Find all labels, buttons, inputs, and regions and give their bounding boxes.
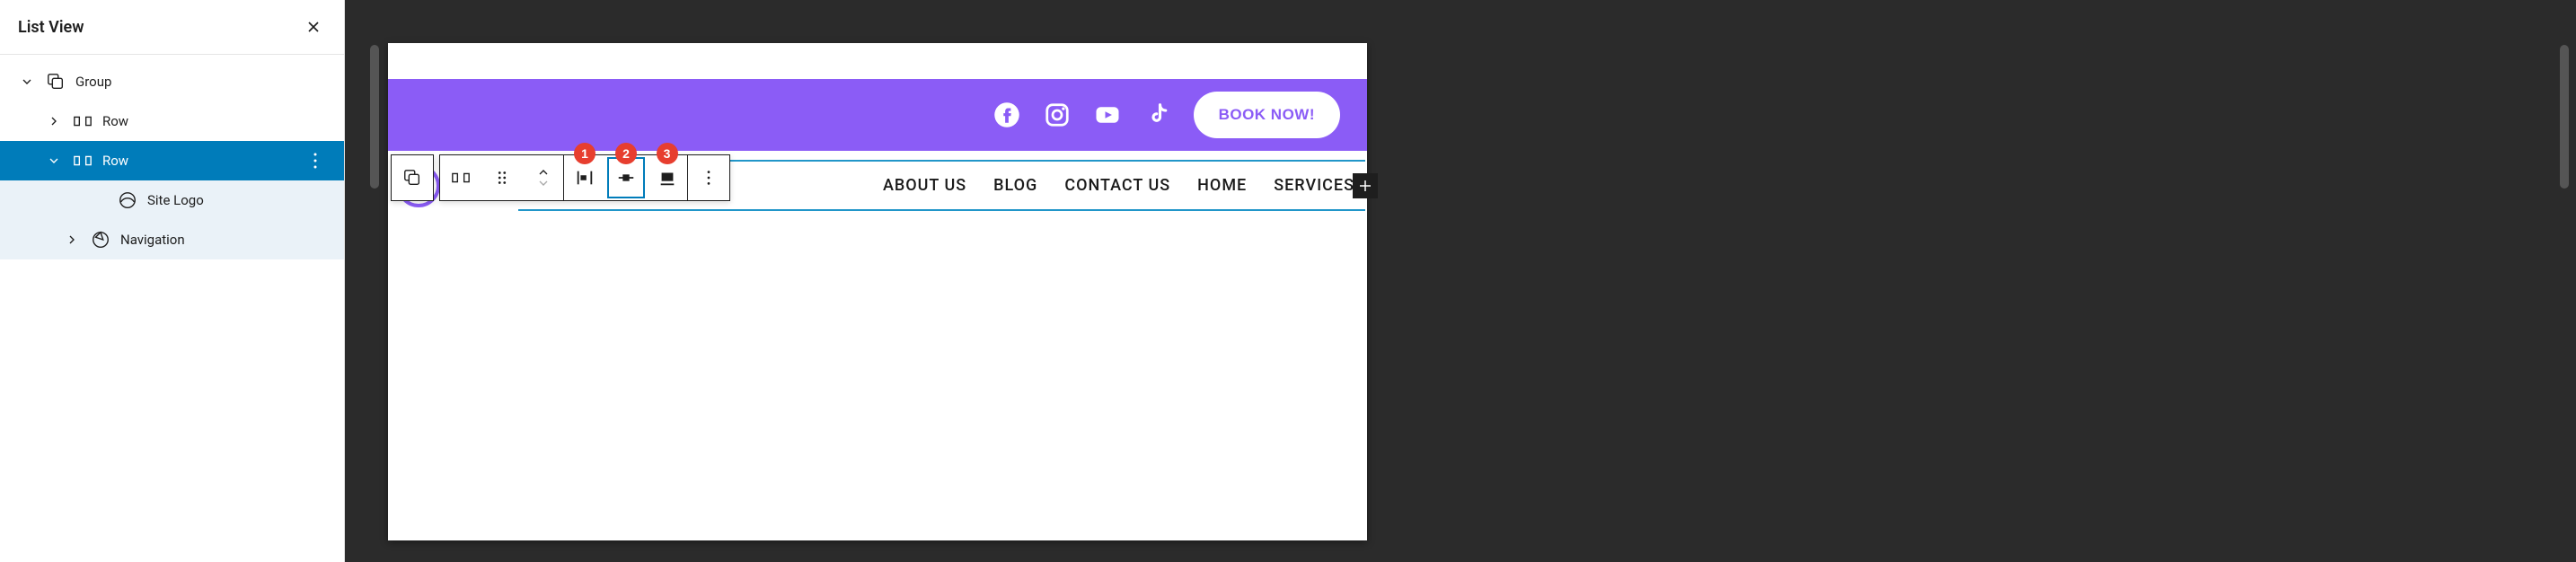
select-parent-button[interactable] <box>392 155 433 200</box>
nav-link[interactable]: CONTACT US <box>1064 176 1170 195</box>
drag-handle[interactable] <box>481 155 523 200</box>
move-buttons <box>523 155 564 200</box>
toolbar-main-group: 1 2 3 <box>439 154 730 201</box>
annotation-badge: 3 <box>657 143 678 164</box>
drag-icon <box>492 168 512 188</box>
close-button[interactable] <box>301 14 326 40</box>
list-view-header: List View <box>0 0 344 55</box>
more-options-button[interactable] <box>304 150 326 171</box>
list-view-title: List View <box>18 18 84 37</box>
toolbar-parent-group <box>391 154 434 201</box>
facebook-icon[interactable] <box>992 101 1021 129</box>
tree-item-row[interactable]: Row <box>0 101 344 141</box>
scroll-indicator-left <box>370 45 379 189</box>
instagram-icon[interactable] <box>1043 101 1072 129</box>
chevron-down-icon[interactable] <box>18 73 36 91</box>
tree-item-label: Site Logo <box>147 192 204 208</box>
kebab-icon <box>699 168 719 188</box>
tree-item-label: Group <box>75 74 111 90</box>
block-tree: Group Row Row <box>0 55 344 267</box>
full-width-button[interactable]: 3 <box>647 155 688 200</box>
justify-left-button[interactable]: 1 <box>564 155 605 200</box>
list-view-panel: List View Group Row <box>0 0 345 562</box>
chevron-down-icon[interactable] <box>45 152 63 170</box>
align-center-button[interactable]: 2 <box>605 155 647 200</box>
youtube-icon[interactable] <box>1093 101 1122 129</box>
tree-children: Site Logo Navigation <box>0 180 344 259</box>
tree-item-navigation[interactable]: Navigation <box>0 220 344 259</box>
tree-item-label: Row <box>102 153 128 169</box>
kebab-icon <box>304 150 326 171</box>
book-now-button[interactable]: BOOK NOW! <box>1194 92 1340 138</box>
group-block-icon <box>402 168 422 188</box>
tree-item-group[interactable]: Group <box>0 62 344 101</box>
full-width-icon <box>657 168 677 188</box>
tree-item-label: Row <box>102 113 128 129</box>
chevron-down-icon[interactable] <box>536 178 551 189</box>
chevron-right-icon[interactable] <box>45 112 63 130</box>
editor-canvas: 1 2 3 <box>345 0 2576 562</box>
align-center-icon <box>616 168 636 188</box>
block-toolbar: 1 2 3 <box>391 154 730 201</box>
tiktok-icon[interactable] <box>1143 101 1172 129</box>
row-block-icon <box>72 110 93 132</box>
block-type-button[interactable] <box>440 155 481 200</box>
close-icon <box>304 18 322 36</box>
add-block-button[interactable] <box>1353 173 1378 198</box>
site-logo-block-icon <box>117 189 138 211</box>
justify-left-icon <box>575 168 595 188</box>
tree-item-label: Navigation <box>120 232 185 248</box>
navigation-block-icon <box>90 229 111 250</box>
nav-link[interactable]: BLOG <box>993 176 1037 195</box>
row-block-icon <box>72 150 93 171</box>
nav-link[interactable]: SERVICES <box>1274 176 1354 195</box>
group-block-icon <box>45 71 66 92</box>
chevron-right-icon[interactable] <box>63 231 81 249</box>
nav-link[interactable]: ABOUT US <box>883 176 966 195</box>
scroll-indicator-right <box>2560 45 2569 189</box>
tree-item-site-logo[interactable]: Site Logo <box>0 180 344 220</box>
header-topbar: BOOK NOW! <box>388 79 1367 151</box>
more-options-button[interactable] <box>688 155 729 200</box>
tree-item-row-selected[interactable]: Row <box>0 141 344 180</box>
annotation-badge: 2 <box>615 143 637 164</box>
nav-link[interactable]: HOME <box>1197 176 1247 195</box>
annotation-badge: 1 <box>574 143 595 164</box>
chevron-up-icon[interactable] <box>536 167 551 178</box>
page-preview: 1 2 3 <box>388 43 1367 540</box>
plus-icon <box>1357 178 1373 194</box>
row-block-icon <box>451 168 471 188</box>
